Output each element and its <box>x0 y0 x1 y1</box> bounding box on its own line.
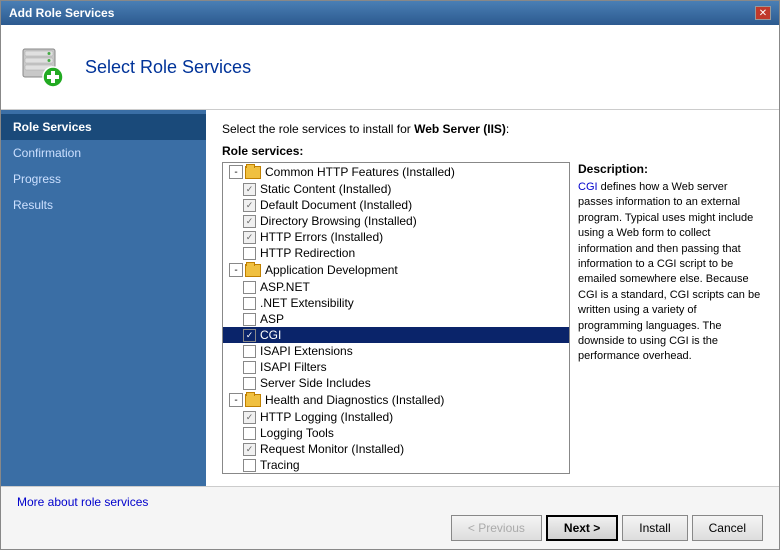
label-default-doc: Default Document (Installed) <box>260 198 412 212</box>
checkbox-ssi[interactable] <box>243 377 256 390</box>
bottom-bar: More about role services < Previous Next… <box>1 486 779 549</box>
label-tracing: Tracing <box>260 458 300 472</box>
tree-item-tracing: Tracing <box>223 457 569 473</box>
section-common-http: - Common HTTP Features (Installed) <box>223 163 569 181</box>
checkbox-cgi[interactable]: ✓ <box>243 329 256 342</box>
section-label-common: Common HTTP Features (Installed) <box>265 165 455 179</box>
label-dir-browsing: Directory Browsing (Installed) <box>260 214 417 228</box>
tree-item-default-doc: ✓ Default Document (Installed) <box>223 197 569 213</box>
checkbox-logging-tools[interactable] <box>243 427 256 440</box>
checkbox-http-logging[interactable]: ✓ <box>243 411 256 424</box>
label-http-logging: HTTP Logging (Installed) <box>260 410 393 424</box>
section-app-dev: - Application Development <box>223 261 569 279</box>
main-window: Add Role Services ✕ Select Role Services <box>0 0 780 550</box>
role-services-label: Role services: <box>222 144 763 158</box>
prev-button[interactable]: < Previous <box>451 515 542 541</box>
folder-icon-common <box>245 166 261 179</box>
section-label-app: Application Development <box>265 263 398 277</box>
label-net-ext: .NET Extensibility <box>260 296 354 310</box>
close-button[interactable]: ✕ <box>755 6 771 20</box>
label-static: Static Content (Installed) <box>260 182 391 196</box>
tree-item-cgi[interactable]: ✓ CGI <box>223 327 569 343</box>
label-cgi: CGI <box>260 328 281 342</box>
content-area: Role Services Confirmation Progress Resu… <box>1 110 779 486</box>
checkbox-isapi-filters[interactable] <box>243 361 256 374</box>
install-button[interactable]: Install <box>622 515 687 541</box>
description-label: Description: <box>578 162 763 176</box>
tree-item-static: ✓ Static Content (Installed) <box>223 181 569 197</box>
sidebar: Role Services Confirmation Progress Resu… <box>1 110 206 486</box>
checkbox-net-ext[interactable] <box>243 297 256 310</box>
tree-item-http-errors: ✓ HTTP Errors (Installed) <box>223 229 569 245</box>
expand-common-http[interactable]: - <box>229 165 243 179</box>
tree-item-asp: ASP <box>223 311 569 327</box>
title-bar: Add Role Services ✕ <box>1 1 779 25</box>
tree-panel[interactable]: - Common HTTP Features (Installed) ✓ Sta… <box>222 162 570 474</box>
instruction-text: Select the role services to install for … <box>222 122 763 136</box>
button-row: < Previous Next > Install Cancel <box>17 515 763 541</box>
checkbox-dir-browsing[interactable]: ✓ <box>243 215 256 228</box>
split-area: - Common HTTP Features (Installed) ✓ Sta… <box>222 162 763 474</box>
checkbox-static[interactable]: ✓ <box>243 183 256 196</box>
tree-item-logging-tools: Logging Tools <box>223 425 569 441</box>
page-title: Select Role Services <box>85 57 251 78</box>
checkbox-aspnet[interactable] <box>243 281 256 294</box>
expand-health[interactable]: - <box>229 393 243 407</box>
sidebar-item-role-services[interactable]: Role Services <box>1 114 206 140</box>
checkbox-default-doc[interactable]: ✓ <box>243 199 256 212</box>
label-logging-tools: Logging Tools <box>260 426 334 440</box>
label-http-errors: HTTP Errors (Installed) <box>260 230 383 244</box>
tree-item-aspnet: ASP.NET <box>223 279 569 295</box>
tree-item-net-ext: .NET Extensibility <box>223 295 569 311</box>
tree-item-isapi-ext: ISAPI Extensions <box>223 343 569 359</box>
header-icon <box>17 41 69 93</box>
label-asp: ASP <box>260 312 284 326</box>
description-cgi-link[interactable]: CGI <box>578 181 598 193</box>
next-button[interactable]: Next > <box>546 515 618 541</box>
folder-icon-health <box>245 394 261 407</box>
main-panel: Select the role services to install for … <box>206 110 779 486</box>
tree-item-custom-logging: Custom Logging <box>223 473 569 474</box>
tree-item-dir-browsing: ✓ Directory Browsing (Installed) <box>223 213 569 229</box>
sidebar-item-results[interactable]: Results <box>1 192 206 218</box>
folder-icon-app <box>245 264 261 277</box>
sidebar-item-progress[interactable]: Progress <box>1 166 206 192</box>
label-req-monitor: Request Monitor (Installed) <box>260 442 404 456</box>
label-aspnet: ASP.NET <box>260 280 310 294</box>
more-about-link[interactable]: More about role services <box>17 495 148 509</box>
tree-item-http-logging: ✓ HTTP Logging (Installed) <box>223 409 569 425</box>
checkbox-http-redir[interactable] <box>243 247 256 260</box>
label-isapi-filters: ISAPI Filters <box>260 360 327 374</box>
tree-item-ssi: Server Side Includes <box>223 375 569 391</box>
tree-item-req-monitor: ✓ Request Monitor (Installed) <box>223 441 569 457</box>
description-panel: Description: CGI defines how a Web serve… <box>578 162 763 474</box>
header: Select Role Services <box>1 25 779 110</box>
expand-app-dev[interactable]: - <box>229 263 243 277</box>
checkbox-tracing[interactable] <box>243 459 256 472</box>
checkbox-asp[interactable] <box>243 313 256 326</box>
checkbox-http-errors[interactable]: ✓ <box>243 231 256 244</box>
description-text: CGI defines how a Web server passes info… <box>578 180 763 365</box>
label-ssi: Server Side Includes <box>260 376 371 390</box>
tree-item-http-redir: HTTP Redirection <box>223 245 569 261</box>
tree-item-isapi-filters: ISAPI Filters <box>223 359 569 375</box>
more-info-link-container: More about role services <box>17 495 763 509</box>
checkbox-req-monitor[interactable]: ✓ <box>243 443 256 456</box>
checkbox-isapi-ext[interactable] <box>243 345 256 358</box>
sidebar-item-confirmation[interactable]: Confirmation <box>1 140 206 166</box>
label-http-redir: HTTP Redirection <box>260 246 355 260</box>
cancel-button[interactable]: Cancel <box>692 515 763 541</box>
section-health: - Health and Diagnostics (Installed) <box>223 391 569 409</box>
label-isapi-ext: ISAPI Extensions <box>260 344 353 358</box>
window-title: Add Role Services <box>9 6 114 20</box>
section-label-health: Health and Diagnostics (Installed) <box>265 393 444 407</box>
